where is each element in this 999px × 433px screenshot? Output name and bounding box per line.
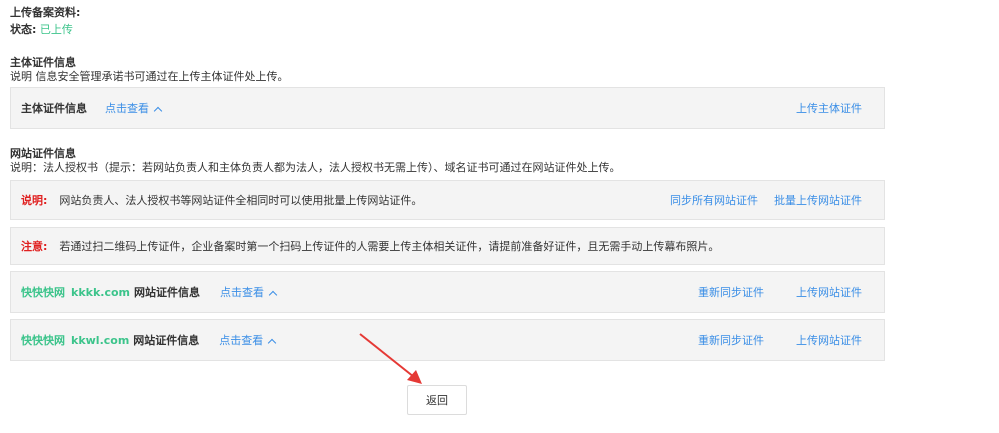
website-name: 快快快网 [21,286,65,299]
upload-section-title: 上传备案资料: [10,6,81,19]
website-panel: 快快快网 kkkk.com 网站证件信息 点击查看 重新同步证件 上传网站证件 [10,271,885,313]
chevron-up-icon [268,290,278,300]
chevron-up-icon [268,338,277,348]
status-label: 状态: [10,23,37,36]
annotation-arrow-icon [359,333,422,384]
site-attention-panel: 注意: 若通过扫二维码上传证件，企业备案时第一个扫码上传证件的人需要上传主体相关… [10,227,885,265]
website-domain: kkkk.com [71,285,130,299]
sync-all-certs-link[interactable]: 同步所有网站证件 [670,192,758,208]
subject-section-desc: 说明 信息安全管理承诺书可通过在上传主体证件处上传。 [10,70,289,83]
status-value: 已上传 [39,23,73,36]
website-view-link[interactable]: 点击查看 [220,284,278,300]
website-suffix: 网站证件信息 [133,286,200,299]
website-name: 快快快网 [21,334,65,347]
attention-text: 若通过扫二维码上传证件，企业备案时第一个扫码上传证件的人需要上传主体相关证件，请… [59,240,720,253]
resync-certs-link[interactable]: 重新同步证件 [698,284,764,300]
note-text: 网站负责人、法人授权书等网站证件全相同时可以使用批量上传网站证件。 [59,194,423,207]
subject-view-link[interactable]: 点击查看 [105,100,163,116]
resync-certs-link[interactable]: 重新同步证件 [698,332,764,348]
site-section-desc: 说明：法人授权书（提示：若网站负责人和主体负责人都为法人，法人授权书无需上传）、… [10,161,621,174]
website-suffix: 网站证件信息 [133,334,200,347]
subject-panel-label: 主体证件信息 [21,102,87,115]
upload-site-cert-link[interactable]: 上传网站证件 [796,332,862,348]
website-panel: 快快快网 kkwl.com 网站证件信息 点击查看 重新同步证件 上传网站证件 [10,319,885,361]
upload-site-cert-link[interactable]: 上传网站证件 [796,284,862,300]
website-domain: kkwl.com [71,333,130,347]
upload-subject-cert-link[interactable]: 上传主体证件 [796,100,862,116]
website-view-link[interactable]: 点击查看 [219,332,277,348]
chevron-up-icon [153,106,163,116]
subject-panel: 主体证件信息 点击查看 上传主体证件 [10,87,885,129]
batch-upload-certs-link[interactable]: 批量上传网站证件 [774,192,862,208]
attention-label: 注意: [21,240,48,253]
status-line: 状态: 已上传 [10,21,73,37]
site-note-panel: 说明: 网站负责人、法人授权书等网站证件全相同时可以使用批量上传网站证件。 同步… [10,180,885,220]
note-label: 说明: [21,194,48,207]
back-button[interactable]: 返回 [407,385,467,415]
